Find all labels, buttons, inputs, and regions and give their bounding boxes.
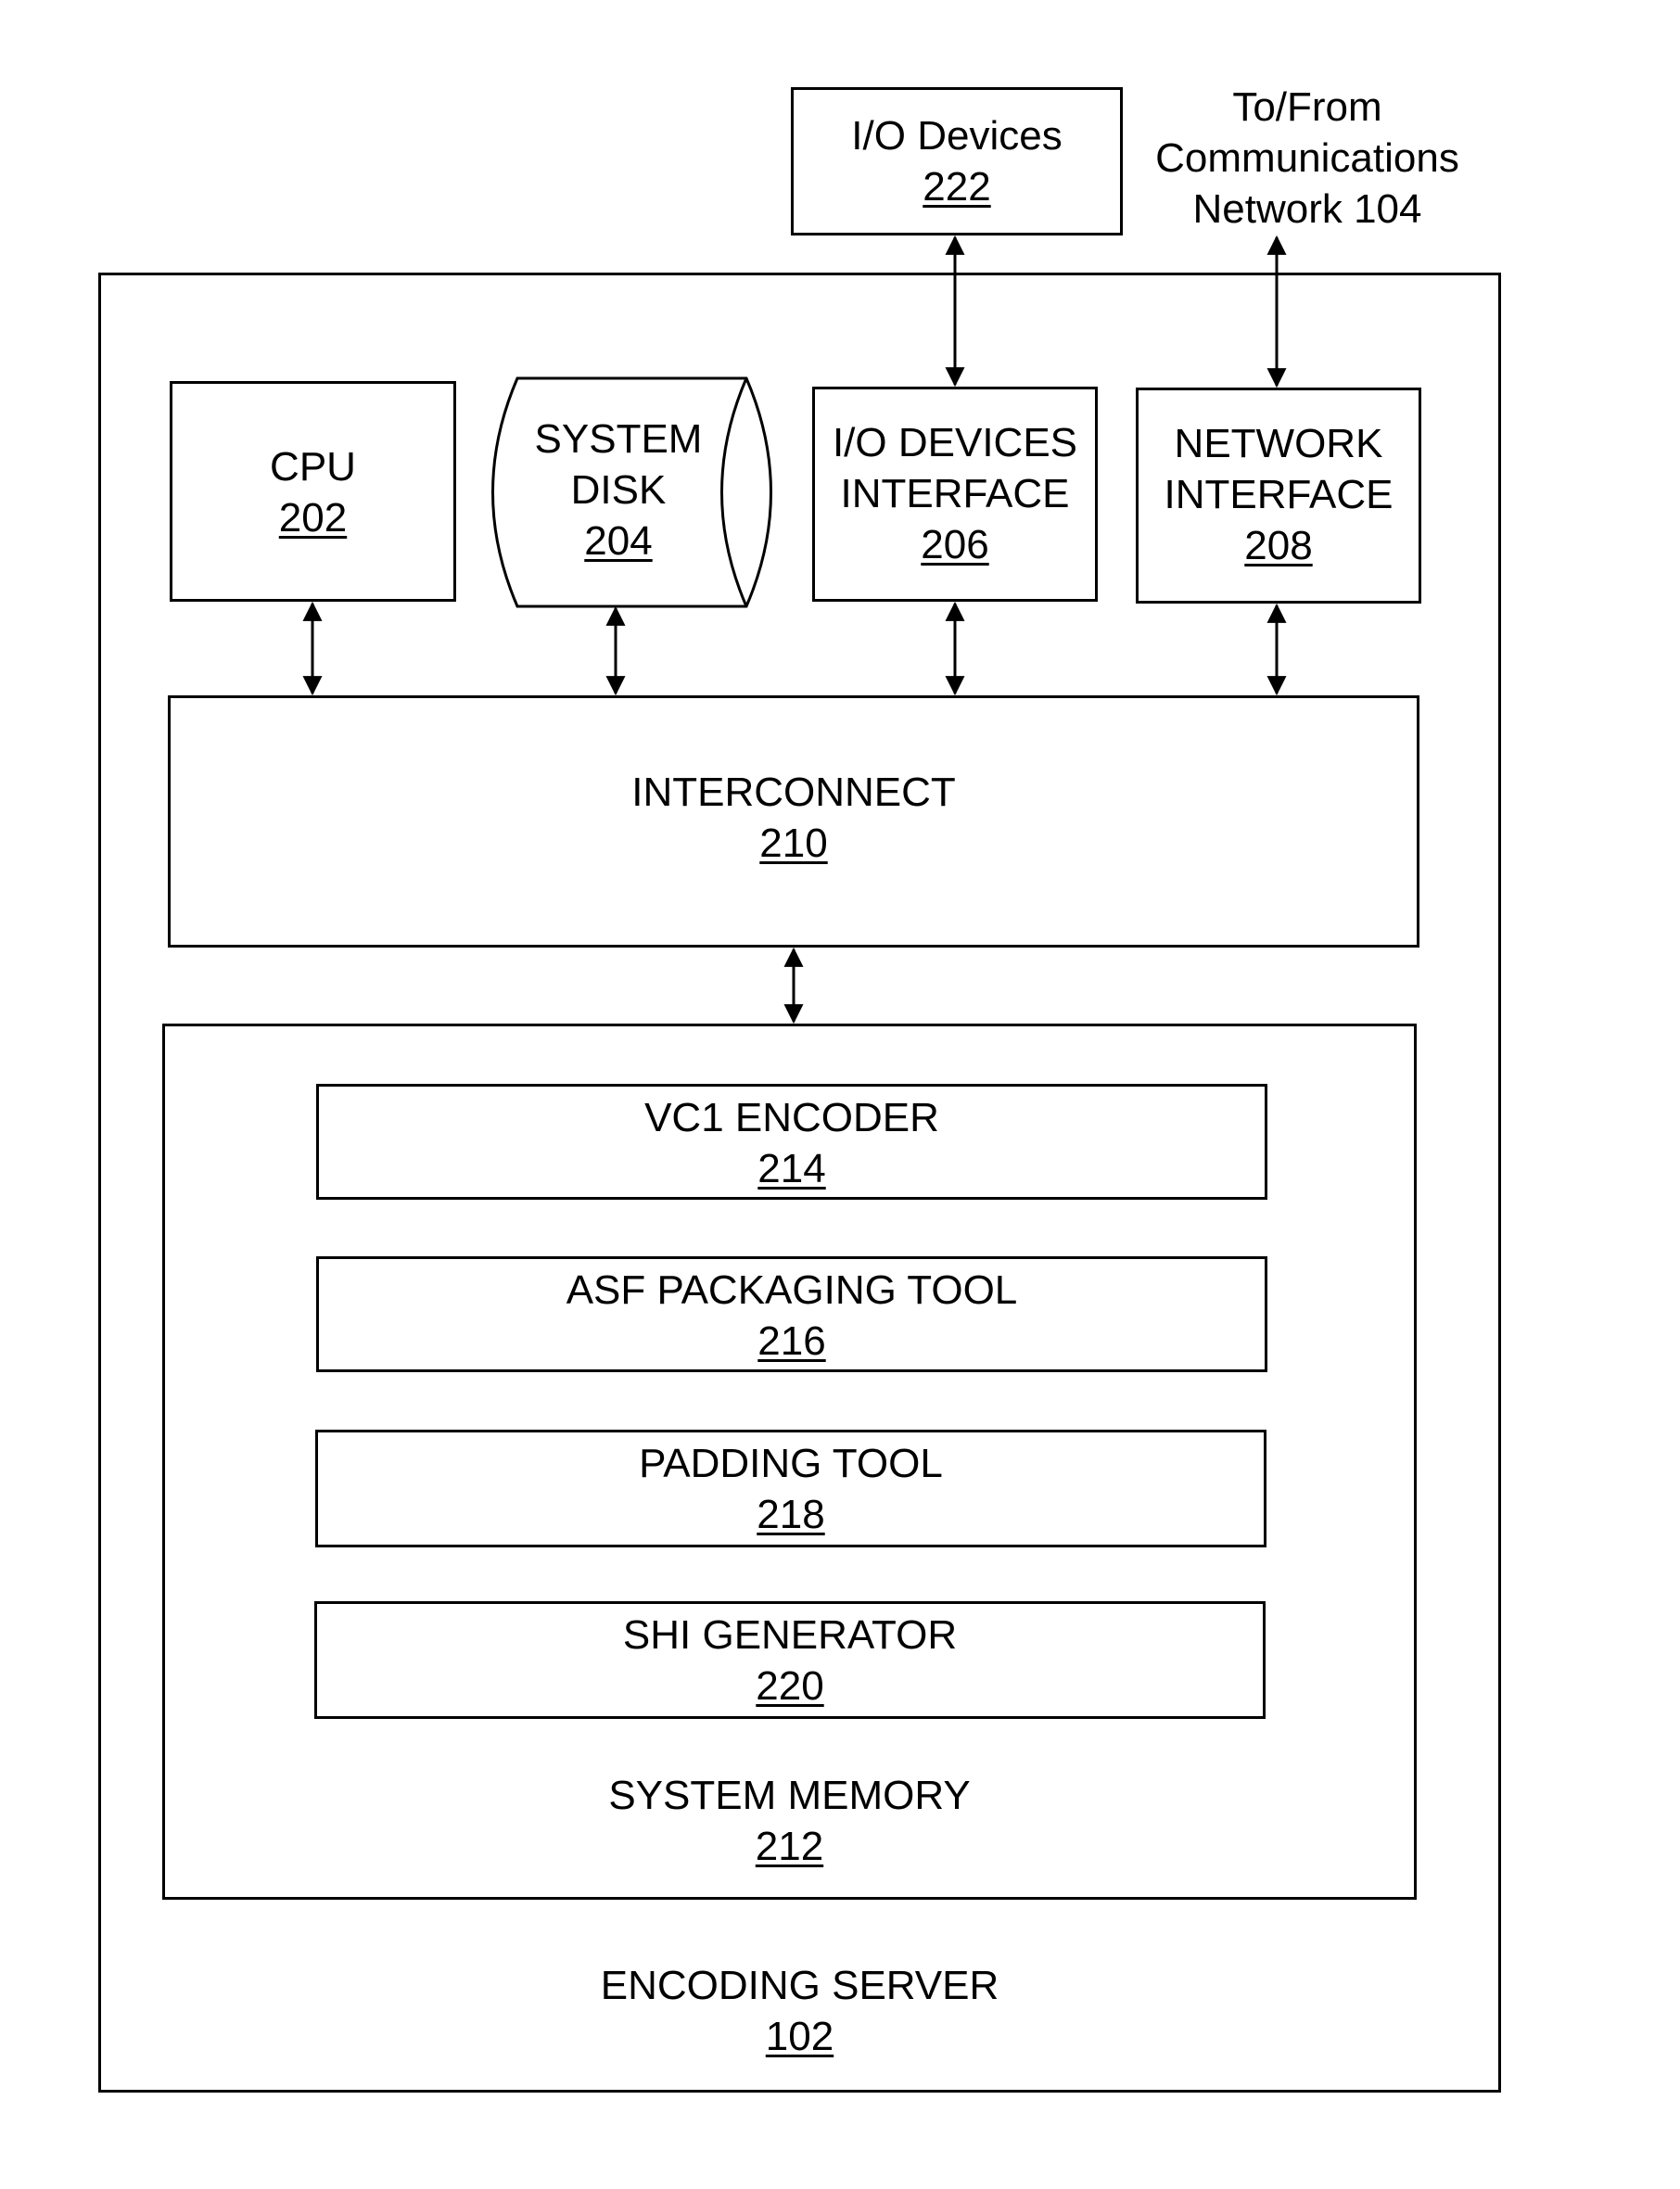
connection-arrows	[302, 235, 1287, 1025]
